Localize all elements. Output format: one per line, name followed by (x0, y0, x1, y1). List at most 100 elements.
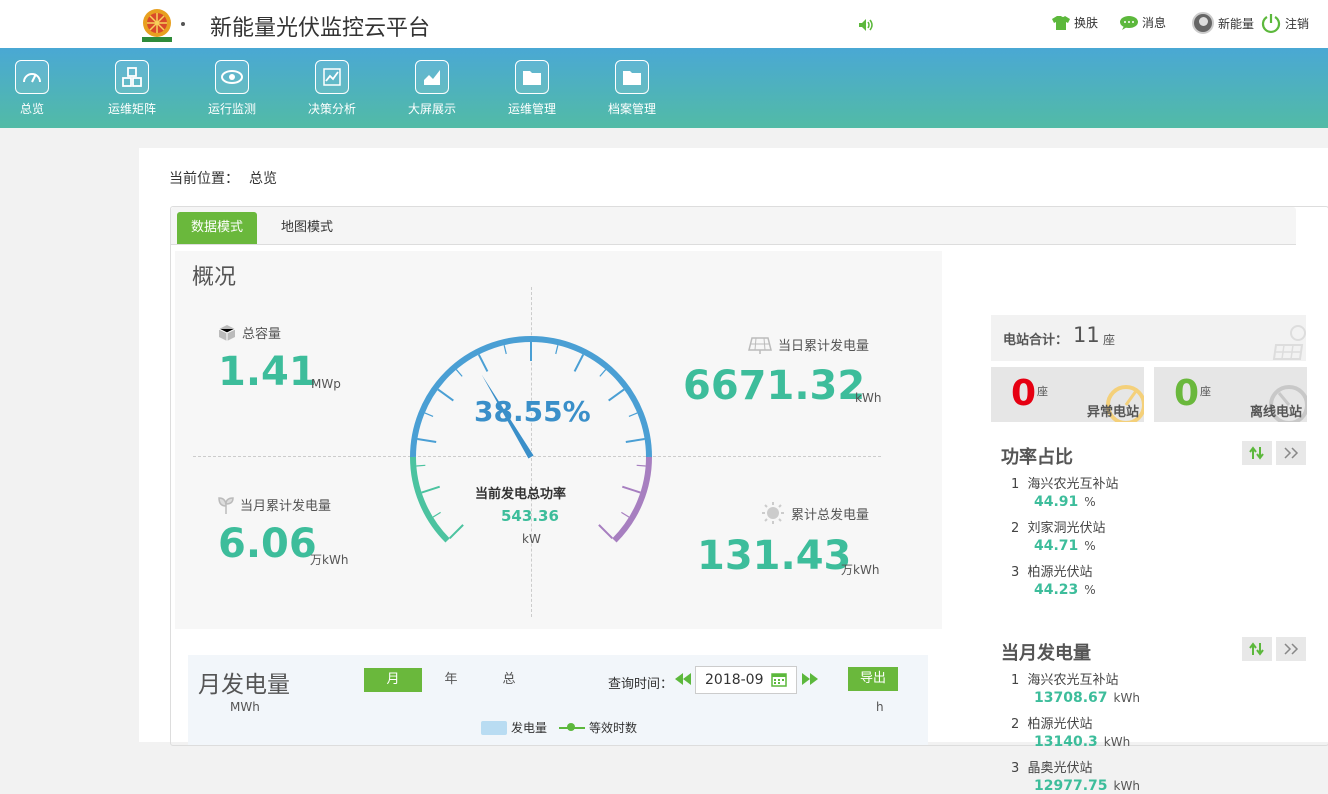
gauge-tick (448, 524, 464, 540)
export-button[interactable]: 导出 (848, 667, 898, 691)
monthly-energy-label: 当月累计发电量 (240, 499, 332, 514)
gauge-icon (23, 73, 41, 83)
daily-energy-label-row: 当日累计发电量 (748, 335, 869, 354)
period-year-button[interactable]: 年 (422, 668, 480, 692)
power-ratio-sort-button[interactable] (1242, 441, 1272, 465)
calendar-icon[interactable] (771, 671, 787, 687)
list-item: 1 海兴农光互补站 (1011, 477, 1119, 492)
monthly-generation-sort-button[interactable] (1242, 637, 1272, 661)
gauge-tick (555, 345, 559, 355)
folder-icon (623, 71, 641, 85)
abnormal-station-label: 异常电站 (1086, 405, 1139, 420)
nav-label: 运行监测 (207, 102, 256, 116)
gauge-tick (424, 412, 434, 417)
gauge-tick (432, 511, 441, 518)
list-item-value: 44.91% (1034, 494, 1096, 510)
message-link[interactable]: 消息 (1119, 14, 1166, 31)
nav-label: 总览 (19, 102, 44, 116)
list-item: 1 海兴农光互补站 (1011, 673, 1119, 688)
gauge-percent: 38.55% (474, 395, 591, 428)
station-total-unit: 座 (1103, 333, 1116, 347)
nav-item-monitoring[interactable]: 运行监测 (200, 60, 264, 117)
nav-item-analysis[interactable]: 决策分析 (300, 60, 364, 117)
nav-item-bigscreen[interactable]: 大屏展示 (400, 60, 464, 117)
tab-map-mode[interactable]: 地图模式 (267, 212, 347, 244)
gauge-tick (608, 388, 625, 402)
breadcrumb-current: 总览 (249, 171, 277, 187)
nav-label: 决策分析 (307, 102, 356, 116)
abnormal-station-card[interactable]: 0 座 异常电站 (991, 367, 1144, 422)
nav-item-archives[interactable]: 档案管理 (600, 60, 664, 117)
gauge-tick (437, 388, 454, 402)
abnormal-station-unit: 座 (1037, 385, 1048, 398)
chart-icon (323, 68, 341, 86)
breadcrumb: 当前位置： 总览 (169, 168, 277, 188)
query-time-label: 查询时间： (608, 677, 674, 692)
content-panel: 当前位置： 总览 数据模式 地图模式 概况 总容量 1.41 MWp 当日累计发电… (139, 148, 1328, 794)
next-arrow-icon[interactable] (802, 673, 818, 685)
list-item: 3 柏源光伏站 (1011, 565, 1093, 580)
offline-station-card[interactable]: 0 座 离线电站 (1154, 367, 1307, 422)
total-energy-value: 131.43 (697, 533, 852, 579)
total-energy-label-row: 累计总发电量 (761, 501, 869, 525)
nav-label: 运维管理 (507, 102, 556, 116)
monthly-chart-panel: 月发电量 MWh 月 年 总 查询时间： 2018-09 导出 h 发电量 等效… (188, 655, 928, 745)
station-total-label: 电站合计： (1003, 333, 1069, 348)
tab-data-mode[interactable]: 数据模式 (177, 212, 258, 244)
top-bar: 新能量光伏监控云平台 换肤 消息 新能量 注销 (0, 0, 1328, 48)
gauge-tick (621, 485, 641, 494)
list-item-value: 13140.3 kWh (1034, 734, 1131, 750)
gauge-tick (573, 354, 585, 372)
power-ratio-more-button[interactable] (1276, 441, 1306, 465)
speaker-icon[interactable] (857, 16, 875, 34)
station-total-value: 11 (1073, 323, 1100, 347)
list-item: 3 晶奥光伏站 (1011, 761, 1093, 776)
total-capacity-value: 1.41 (218, 349, 317, 395)
nav-label: 运维矩阵 (107, 102, 156, 116)
nav-item-ops-matrix[interactable]: 运维矩阵 (100, 60, 164, 117)
gauge-tick (599, 369, 607, 377)
list-item-value: 44.23% (1034, 582, 1096, 598)
tab-bar: 数据模式 地图模式 (171, 207, 1296, 245)
power-ratio-title: 功率占比 (1001, 447, 1073, 468)
user-name: 新能量 (1218, 16, 1255, 31)
overview-panel: 概况 总容量 1.41 MWp 当日累计发电量 6671.32 kWh 当月累计… (175, 251, 942, 629)
nav-item-ops-management[interactable]: 运维管理 (500, 60, 564, 117)
gauge-tick (416, 464, 426, 467)
gauge-tick (628, 412, 638, 417)
gauge-unit: kW (522, 532, 541, 546)
gauge-tick (625, 438, 645, 443)
prev-arrow-icon[interactable] (675, 673, 691, 685)
monthly-generation-more-button[interactable] (1276, 637, 1306, 661)
offline-station-label: 离线电站 (1249, 405, 1302, 420)
sort-icon (1249, 642, 1264, 656)
period-total-button[interactable]: 总 (480, 668, 538, 692)
double-chevron-right-icon (1284, 643, 1299, 655)
nav-item-overview[interactable]: 总览 (0, 60, 64, 117)
company-logo (142, 9, 172, 42)
daily-energy-label: 当日累计发电量 (778, 339, 870, 354)
main-nav: 总览 运维矩阵 运行监测 决策分析 大屏展示 运维管理 档案管理 (0, 48, 1328, 128)
list-item: 2 刘家洞光伏站 (1011, 521, 1106, 536)
monthly-energy-unit: 万kWh (310, 553, 349, 567)
nav-label: 大屏展示 (407, 102, 456, 116)
box-icon (218, 324, 236, 341)
cubes-icon (122, 67, 142, 87)
gauge-tick (503, 345, 507, 355)
gauge-arc-green (410, 456, 450, 543)
total-energy-label: 累计总发电量 (791, 507, 870, 523)
solar-panel-icon (748, 336, 772, 354)
monthly-energy-value: 6.06 (218, 521, 317, 567)
sprout-icon (218, 496, 234, 514)
daily-energy-unit: kWh (855, 391, 882, 405)
total-capacity-label-row: 总容量 (218, 323, 281, 342)
period-month-button[interactable]: 月 (364, 668, 422, 692)
gauge-tick (417, 438, 437, 443)
legend-bar-label: 发电量 (511, 721, 548, 735)
skin-link[interactable]: 换肤 (1051, 14, 1098, 31)
logout-link[interactable]: 注销 (1260, 12, 1309, 34)
gauge-value: 543.36 (501, 507, 559, 525)
overview-title: 概况 (192, 265, 237, 290)
user-menu[interactable]: 新能量 (1192, 12, 1254, 34)
gauge-tick (598, 524, 614, 540)
